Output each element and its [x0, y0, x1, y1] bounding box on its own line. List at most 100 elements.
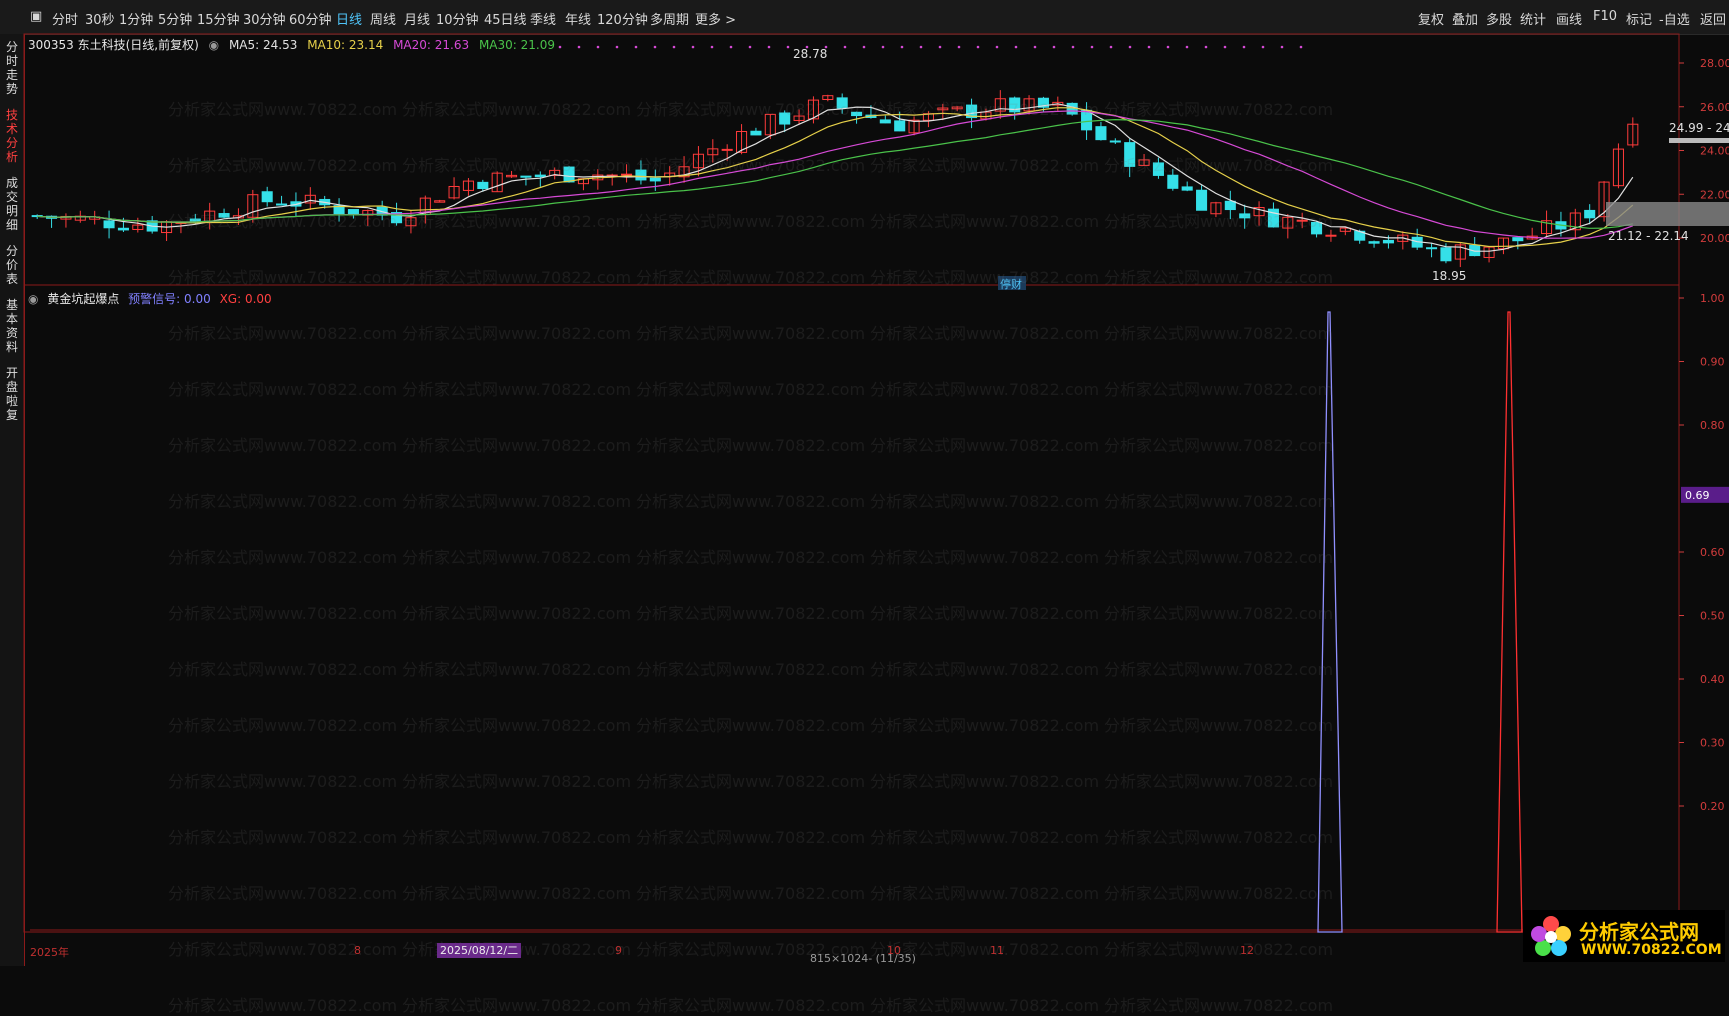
kline-chart[interactable]: 28.00 26.00 24.00 22.00 20.00 1.00 0.90 0.80 0.6… [0, 0, 1729, 966]
signal-dot [1223, 45, 1227, 49]
candle-body [1109, 140, 1121, 143]
indicator-axis-label: 0.30 [1700, 737, 1725, 750]
signal-dot [862, 45, 866, 49]
signal-dot [1261, 45, 1265, 49]
signal-dot [957, 45, 961, 49]
candle-body [750, 130, 762, 136]
signal-dot [1128, 45, 1132, 49]
candle-body [779, 112, 791, 125]
signal-dot [1147, 45, 1151, 49]
logo-title: 分析家公式网 [1579, 920, 1699, 944]
indicator-axis-highlight-label: 0.69 [1685, 489, 1710, 502]
indicator-axis-label: 0.90 [1700, 356, 1725, 369]
candle-body [649, 177, 661, 182]
candle-body [836, 97, 848, 109]
date-label-aug: 8 [354, 944, 361, 957]
candle-body [1584, 209, 1596, 219]
watermark-text: 分析家公式网www.70822.com [636, 996, 866, 1015]
indicator-axis-label: 0.80 [1700, 419, 1725, 432]
signal-dot [1033, 45, 1037, 49]
candle-body [1368, 241, 1380, 244]
signal-dot [577, 45, 581, 49]
candle-body [1152, 162, 1164, 176]
high-price-label: 28.78 [793, 47, 827, 61]
box-upper-bar [1669, 138, 1729, 143]
candle-body [1181, 186, 1193, 191]
candle-body [218, 213, 230, 218]
candle-body [1296, 219, 1308, 222]
indicator-axis-label: 0.60 [1700, 546, 1725, 559]
box-lower-zone [1606, 202, 1729, 226]
signal-dot [900, 45, 904, 49]
signal-dot [1185, 45, 1189, 49]
candle-body [1512, 237, 1524, 242]
signal-dot [1052, 45, 1056, 49]
signal-dot [843, 45, 847, 49]
signal-dot [1299, 45, 1303, 49]
box-upper-label: 24.99 - 24.6 [1669, 121, 1729, 135]
indicator-axis-label: 1.00 [1700, 292, 1725, 305]
candle-body [635, 169, 647, 181]
signal-dot [729, 45, 733, 49]
signal-dot [1014, 45, 1018, 49]
candle-body [1095, 126, 1107, 141]
flower-logo-icon [1531, 916, 1571, 956]
signal-dot [615, 45, 619, 49]
signal-dot [558, 45, 562, 49]
candle-body [1167, 174, 1179, 189]
candle-body [103, 220, 115, 229]
candle-body [534, 174, 546, 178]
candle-body [851, 111, 863, 117]
box-lower-label: 21.12 - 22.14 [1608, 229, 1689, 243]
signal-dot [767, 45, 771, 49]
candle-body [1440, 247, 1452, 262]
candle-body [189, 218, 201, 222]
candle-body [1124, 142, 1136, 167]
signal-dot [995, 45, 999, 49]
candle-body [1196, 189, 1208, 211]
candle-body [621, 173, 633, 176]
watermark-text: 分析家公式网www.70822.com [870, 996, 1100, 1015]
ma30-line [37, 118, 1633, 229]
logo-url: WWW.70822.COM [1581, 942, 1722, 958]
ma20-line [37, 110, 1634, 239]
watermark-text: 分析家公式网www.70822.com [168, 996, 398, 1015]
xg-spike [1496, 311, 1523, 933]
candle-body [1325, 234, 1337, 237]
signal-dot [938, 45, 942, 49]
watermark-text: 分析家公式网www.70822.com [402, 996, 632, 1015]
watermark-text: 分析家公式网www.70822.com [1104, 996, 1334, 1015]
event-tag: 停财 [1000, 277, 1022, 291]
signal-dot [919, 45, 923, 49]
price-axis-label: 28.00 [1700, 57, 1729, 70]
price-axis-label: 20.00 [1700, 232, 1729, 245]
candle-body [1426, 247, 1438, 250]
signal-dot [1071, 45, 1075, 49]
candle-body [520, 175, 532, 178]
candle-body [1311, 221, 1323, 235]
date-label-nov: 11 [990, 944, 1004, 957]
signal-dot [672, 45, 676, 49]
candle-body [563, 166, 575, 183]
status-text: 815×1024- (11/35) [810, 952, 916, 965]
candle-body [347, 209, 359, 216]
date-crosshair-label: 2025/08/12/二 [437, 943, 522, 958]
candle-body [477, 181, 489, 190]
indicator-axis-label: 0.20 [1700, 800, 1725, 813]
price-axis-label: 22.00 [1700, 188, 1729, 201]
signal-dot [786, 45, 790, 49]
signal-dot [1166, 45, 1170, 49]
price-axis-label: 26.00 [1700, 101, 1729, 114]
signal-dot [691, 45, 695, 49]
signal-dot [1204, 45, 1208, 49]
signal-spike [1317, 311, 1343, 933]
signal-dot [653, 45, 657, 49]
candle-body [261, 191, 273, 203]
low-price-label: 18.95 [1432, 269, 1466, 283]
signal-dot [1109, 45, 1113, 49]
candle-body [894, 120, 906, 132]
candle-body [1239, 213, 1251, 219]
signal-dot [976, 45, 980, 49]
signal-dot [1090, 45, 1094, 49]
price-axis-label: 24.00 [1700, 145, 1729, 158]
